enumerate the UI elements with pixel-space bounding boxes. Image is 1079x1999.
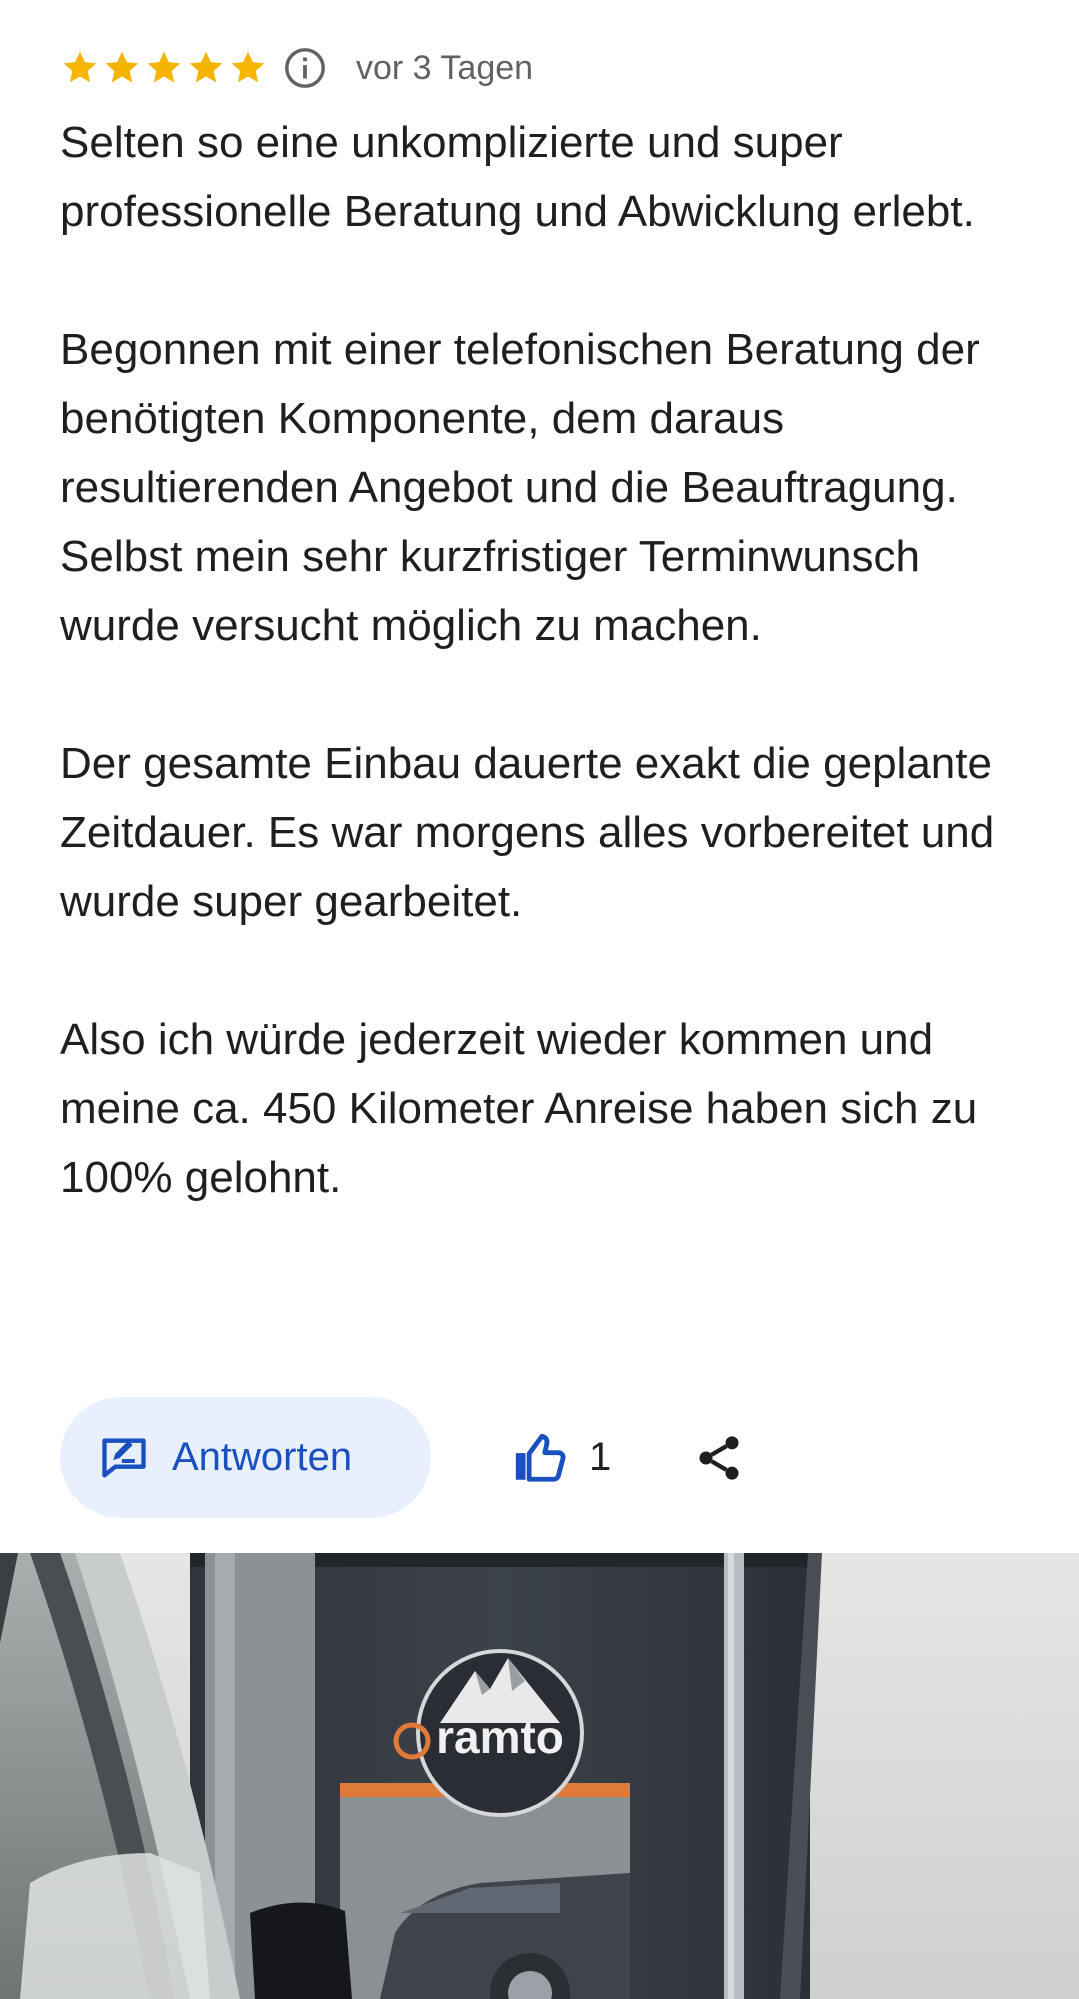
star-rating — [60, 48, 268, 88]
share-icon[interactable] — [693, 1432, 745, 1484]
reply-edit-icon — [102, 1438, 146, 1477]
star-icon — [105, 51, 139, 83]
star-icon — [231, 51, 265, 83]
review-paragraph: Selten so eine unkomplizierte und super … — [60, 118, 975, 236]
star-icon — [189, 51, 223, 83]
review-meta-row: vor 3 Tagen — [60, 40, 533, 96]
review-paragraph: Also ich würde jederzeit wieder kommen u… — [60, 1015, 978, 1202]
review-photo-image: ramto — [0, 1553, 1079, 1999]
like-count: 1 — [589, 1435, 612, 1479]
review-text: Selten so eine unkomplizierte und super … — [60, 108, 1040, 1212]
photo-logo-text: ramto — [436, 1711, 564, 1763]
review-paragraph: Begonnen mit einer telefonischen Beratun… — [60, 325, 980, 650]
like-button[interactable]: 1 — [511, 1429, 611, 1487]
review-actions: Antworten 1 — [60, 1397, 1040, 1518]
thumbs-up-icon — [515, 1433, 566, 1482]
reply-button[interactable]: Antworten — [60, 1397, 431, 1518]
reply-label: Antworten — [172, 1435, 353, 1479]
info-icon[interactable] — [282, 45, 328, 91]
star-icon — [63, 51, 97, 83]
review-paragraph: Der gesamte Einbau dauerte exakt die gep… — [60, 739, 995, 926]
review-photo[interactable]: ramto — [0, 1553, 1079, 1999]
star-icon — [147, 51, 181, 83]
review-date: vor 3 Tagen — [356, 48, 534, 87]
